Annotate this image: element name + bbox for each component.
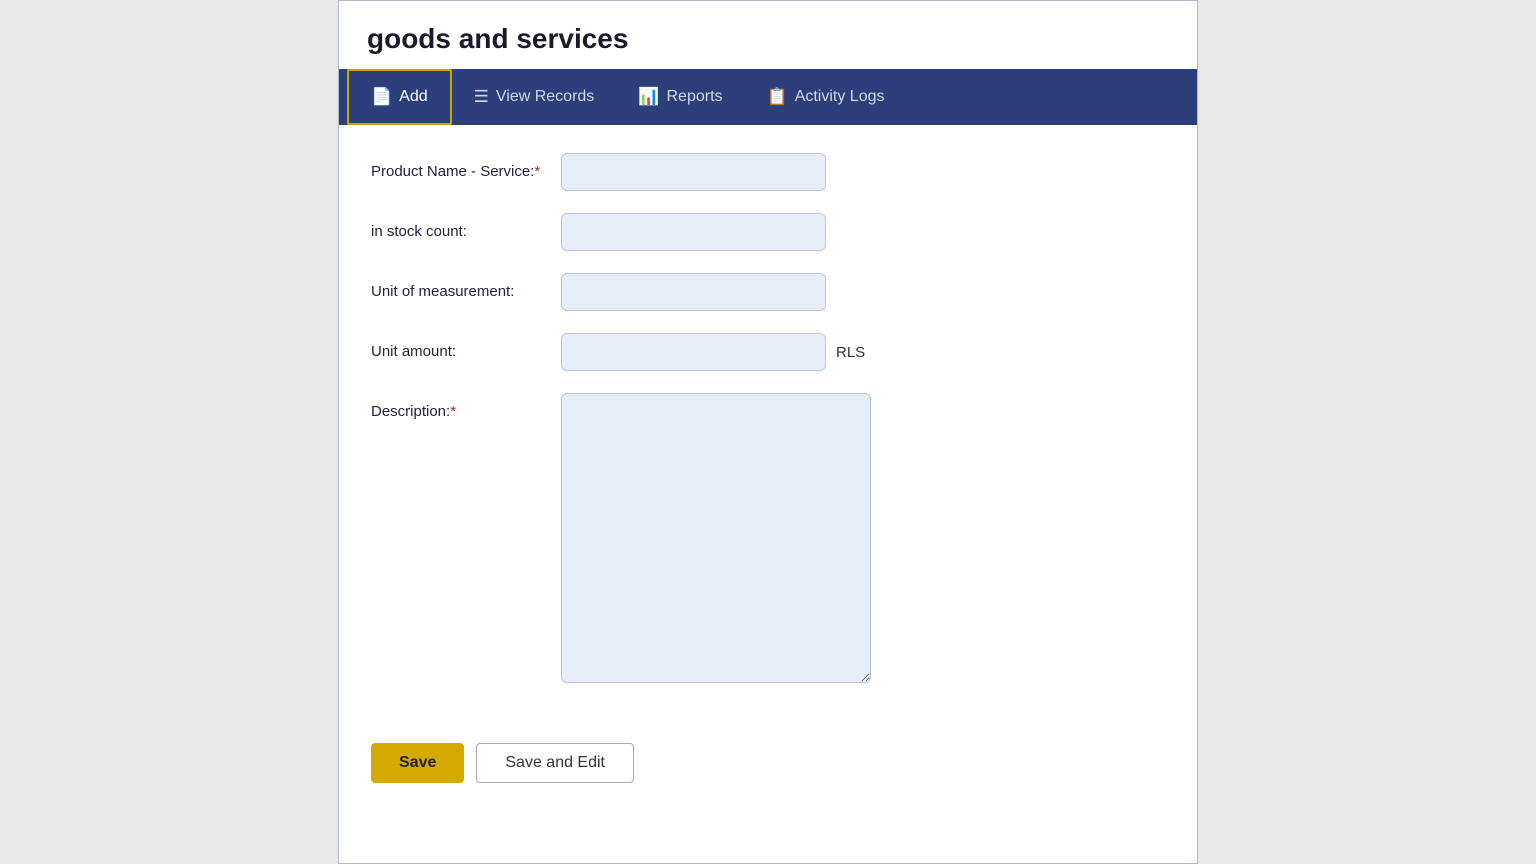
save-and-edit-button[interactable]: Save and Edit xyxy=(476,743,634,783)
in-stock-label: in stock count: xyxy=(371,213,561,242)
tab-add-label: Add xyxy=(399,88,427,106)
description-row: Description:* xyxy=(371,393,1165,683)
footer-buttons: Save Save and Edit xyxy=(339,725,1197,807)
product-name-label: Product Name - Service:* xyxy=(371,153,561,182)
unit-measurement-input[interactable] xyxy=(561,273,826,311)
unit-measurement-label: Unit of measurement: xyxy=(371,273,561,302)
unit-amount-label: Unit amount: xyxy=(371,333,561,362)
unit-amount-row: Unit amount: RLS xyxy=(371,333,1165,371)
page-title: goods and services xyxy=(339,1,1197,69)
tab-add[interactable]: Add xyxy=(347,69,452,125)
activity-logs-icon xyxy=(767,87,788,107)
unit-amount-input[interactable] xyxy=(561,333,826,371)
unit-currency-label: RLS xyxy=(836,344,865,361)
tab-reports[interactable]: Reports xyxy=(616,69,744,125)
reports-icon xyxy=(638,87,659,107)
tab-activity-logs-label: Activity Logs xyxy=(795,88,885,106)
unit-measurement-row: Unit of measurement: xyxy=(371,273,1165,311)
add-icon xyxy=(371,87,392,107)
tab-view-records[interactable]: View Records xyxy=(452,69,617,125)
in-stock-row: in stock count: xyxy=(371,213,1165,251)
description-textarea[interactable] xyxy=(561,393,871,683)
save-button[interactable]: Save xyxy=(371,743,464,783)
product-name-input[interactable] xyxy=(561,153,826,191)
tab-reports-label: Reports xyxy=(666,88,722,106)
tab-activity-logs[interactable]: Activity Logs xyxy=(745,69,907,125)
unit-amount-group: RLS xyxy=(561,333,865,371)
form-section: Product Name - Service:* in stock count:… xyxy=(339,125,1197,725)
tab-view-records-label: View Records xyxy=(496,88,594,106)
view-records-icon xyxy=(474,87,489,107)
nav-bar: Add View Records Reports Activity Logs xyxy=(339,69,1197,125)
product-name-row: Product Name - Service:* xyxy=(371,153,1165,191)
in-stock-input[interactable] xyxy=(561,213,826,251)
main-container: goods and services Add View Records Repo… xyxy=(338,0,1198,864)
description-label: Description:* xyxy=(371,393,561,422)
